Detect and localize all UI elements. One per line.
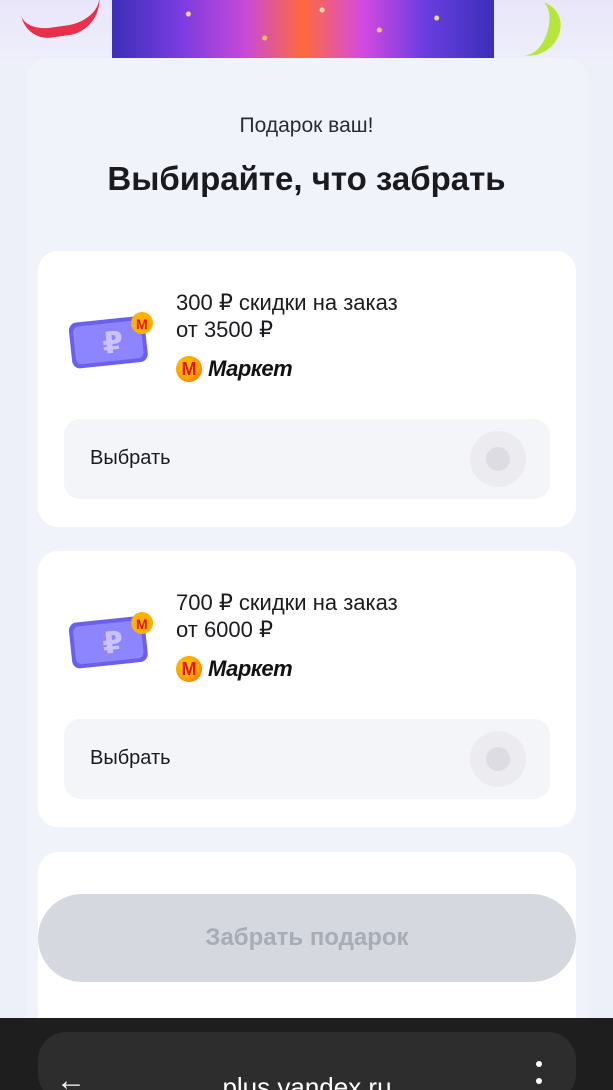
svg-text:M: M [136,616,148,632]
offer-card: ₽ M 300 ₽ скидки на заказ от 3500 ₽ M Ма… [38,251,576,527]
radio-button[interactable] [470,431,526,487]
offer-line-1: 700 ₽ скидки на заказ [176,590,398,615]
svg-text:₽: ₽ [101,625,125,662]
browser-bottom-bar: ← plus.yandex.ru [0,1018,613,1090]
market-badge-icon: M [176,656,202,682]
discount-card-icon: ₽ M [68,612,153,669]
page-title: Выбирайте, что забрать [107,160,506,197]
market-wordmark: Маркет [208,356,293,381]
gift-subtitle: Подарок ваш! [239,114,374,137]
offer-card: ₽ M 700 ₽ скидки на заказ от 6000 ₽ M Ма… [38,551,576,827]
choose-label: Выбрать [90,447,171,469]
claim-gift-button[interactable]: Забрать подарок [38,894,576,982]
radio-button[interactable] [470,731,526,787]
market-logo: M Маркет [176,655,293,683]
choose-label: Выбрать [90,747,171,769]
choose-option-row[interactable]: Выбрать [64,419,550,499]
offer-line-2: от 3500 ₽ [176,317,273,342]
svg-text:M: M [136,316,148,332]
choose-option-row[interactable]: Выбрать [64,719,550,799]
market-wordmark: Маркет [208,656,293,681]
offer-line-2: от 6000 ₽ [176,617,273,642]
confetti-ribbon-right [494,0,566,62]
offer-text: 700 ₽ скидки на заказ от 6000 ₽ [176,589,536,643]
more-vertical-icon[interactable] [526,1056,552,1090]
market-logo: M Маркет [176,355,293,383]
confetti-ribbon-left [19,0,105,42]
offer-line-1: 300 ₽ скидки на заказ [176,290,398,315]
svg-text:₽: ₽ [101,325,125,362]
offer-text: 300 ₽ скидки на заказ от 3500 ₽ [176,289,536,343]
market-badge-icon: M [176,356,202,382]
address-bar[interactable]: ← plus.yandex.ru [38,1032,576,1090]
url-text: plus.yandex.ru [222,1072,392,1090]
discount-card-icon: ₽ M [68,312,153,369]
